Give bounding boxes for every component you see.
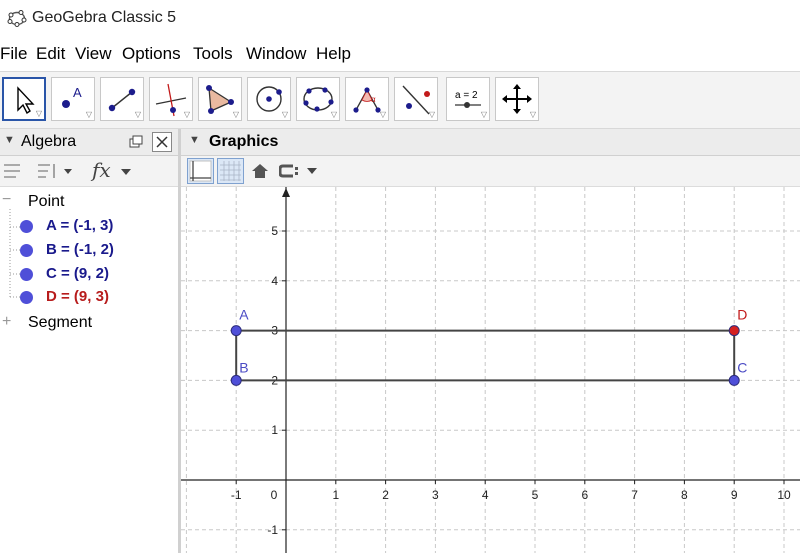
x-tick-label: 9 bbox=[731, 488, 738, 502]
undock-view-icon[interactable] bbox=[129, 135, 143, 149]
collapse-group-icon[interactable]: − bbox=[2, 191, 11, 209]
x-tick-label: 3 bbox=[432, 488, 439, 502]
sort-by-icon[interactable] bbox=[36, 162, 76, 180]
x-tick-label: 8 bbox=[681, 488, 688, 502]
submenu-indicator-icon: ▽ bbox=[379, 110, 386, 119]
menu-file[interactable]: File bbox=[0, 44, 27, 64]
algebra-item-d[interactable]: D = (9, 3) bbox=[18, 287, 178, 309]
point-label-d: D bbox=[737, 307, 747, 323]
submenu-indicator-icon: ▽ bbox=[134, 110, 141, 119]
standard-view-home-icon[interactable] bbox=[251, 163, 269, 179]
algebra-item-text[interactable]: A = (-1, 3) bbox=[46, 217, 113, 234]
submenu-indicator-icon: ▽ bbox=[529, 110, 536, 119]
x-tick-label: 7 bbox=[631, 488, 638, 502]
graphics-view-header: ▼ Graphics bbox=[181, 129, 800, 156]
x-tick-label: 0 bbox=[271, 488, 278, 502]
menu-edit[interactable]: Edit bbox=[36, 44, 65, 64]
toolbar: ▽ A ▽ ▽ ▽ ▽ ▽ ▽ α ▽ ▽ a = 2 ▽ ▽ bbox=[0, 71, 800, 129]
y-tick-label: 5 bbox=[271, 224, 278, 238]
geogebra-logo-icon bbox=[7, 10, 27, 27]
group-label-segment[interactable]: Segment bbox=[28, 314, 92, 332]
auxiliary-objects-icon[interactable] bbox=[2, 162, 22, 180]
submenu-indicator-icon: ▽ bbox=[85, 110, 92, 119]
x-tick-label: 1 bbox=[332, 488, 339, 502]
y-tick-label: 4 bbox=[271, 274, 278, 288]
collapse-view-icon[interactable]: ▼ bbox=[189, 134, 200, 146]
x-tick-label: 4 bbox=[482, 488, 489, 502]
algebra-item-c[interactable]: C = (9, 2) bbox=[18, 264, 178, 286]
collapse-view-icon[interactable]: ▼ bbox=[4, 134, 15, 146]
algebra-item-a[interactable]: A = (-1, 3) bbox=[18, 216, 178, 238]
slider-label: a = 2 bbox=[455, 90, 478, 101]
algebra-view: − Point A = (-1, 3) B = (-1, 2) C = (9, … bbox=[0, 187, 178, 553]
x-tick-label: -1 bbox=[231, 488, 242, 502]
submenu-indicator-icon: ▽ bbox=[232, 110, 239, 119]
menu-view[interactable]: View bbox=[75, 44, 112, 64]
point-capturing-icon[interactable] bbox=[279, 163, 319, 179]
segment-tool-button[interactable]: ▽ bbox=[100, 77, 144, 121]
graphics-canvas[interactable]: -101234567891054321-1ABCD bbox=[181, 187, 800, 553]
angle-tool-button[interactable]: α ▽ bbox=[345, 77, 389, 121]
submenu-indicator-icon: ▽ bbox=[183, 110, 190, 119]
visibility-toggle-icon[interactable] bbox=[20, 220, 33, 233]
algebra-item-b[interactable]: B = (-1, 2) bbox=[18, 240, 178, 262]
close-view-icon[interactable] bbox=[152, 132, 172, 152]
polygon-tool-button[interactable]: ▽ bbox=[198, 77, 242, 121]
visibility-toggle-icon[interactable] bbox=[20, 291, 33, 304]
move-graphics-view-tool-button[interactable]: ▽ bbox=[495, 77, 539, 121]
graphics-view-title: Graphics bbox=[209, 133, 279, 150]
algebra-style-bar: fx bbox=[0, 156, 178, 187]
algebra-item-text[interactable]: C = (9, 2) bbox=[46, 265, 109, 282]
toggle-grid-icon[interactable] bbox=[217, 158, 244, 184]
svg-text:A: A bbox=[73, 85, 82, 100]
algebra-view-title: Algebra bbox=[21, 133, 77, 150]
algebra-item-text[interactable]: B = (-1, 2) bbox=[46, 241, 114, 258]
circle-tool-button[interactable]: ▽ bbox=[247, 77, 291, 121]
submenu-indicator-icon: ▽ bbox=[330, 110, 337, 119]
submenu-indicator-icon: ▽ bbox=[428, 110, 435, 119]
graphics-view[interactable]: -101234567891054321-1ABCD bbox=[181, 187, 800, 553]
chevron-down-icon[interactable] bbox=[120, 168, 132, 176]
title-bar: GeoGebra Classic 5 bbox=[0, 0, 800, 38]
point-b bbox=[230, 374, 242, 386]
point-tool-button[interactable]: A ▽ bbox=[51, 77, 95, 121]
reflect-tool-button[interactable]: ▽ bbox=[394, 77, 438, 121]
point-d bbox=[728, 325, 740, 337]
point-a bbox=[230, 325, 242, 337]
y-axis-arrow-icon bbox=[282, 188, 290, 197]
x-tick-label: 6 bbox=[581, 488, 588, 502]
window-title: GeoGebra Classic 5 bbox=[32, 9, 177, 26]
visibility-toggle-icon[interactable] bbox=[20, 244, 33, 257]
algebra-view-header: ▼ Algebra bbox=[0, 129, 178, 156]
graphics-style-bar bbox=[181, 156, 800, 187]
menu-help[interactable]: Help bbox=[316, 44, 351, 64]
y-tick-label: 1 bbox=[271, 423, 278, 437]
point-label-b: B bbox=[239, 359, 248, 375]
x-tick-label: 5 bbox=[532, 488, 539, 502]
input-help-fx-icon[interactable]: fx bbox=[92, 158, 111, 182]
submenu-indicator-icon: ▽ bbox=[281, 110, 288, 119]
submenu-indicator-icon: ▽ bbox=[35, 109, 42, 118]
submenu-indicator-icon: ▽ bbox=[480, 110, 487, 119]
menu-options[interactable]: Options bbox=[122, 44, 181, 64]
group-label-point[interactable]: Point bbox=[28, 193, 64, 211]
menu-bar: File Edit View Options Tools Window Help bbox=[0, 44, 800, 68]
visibility-toggle-icon[interactable] bbox=[20, 268, 33, 281]
toggle-axes-icon[interactable] bbox=[187, 158, 214, 184]
perpendicular-line-tool-button[interactable]: ▽ bbox=[149, 77, 193, 121]
x-tick-label: 10 bbox=[777, 488, 791, 502]
menu-tools[interactable]: Tools bbox=[193, 44, 233, 64]
point-c bbox=[728, 374, 740, 386]
menu-window[interactable]: Window bbox=[246, 44, 306, 64]
point-label-c: C bbox=[737, 359, 747, 375]
slider-tool-button[interactable]: a = 2 ▽ bbox=[446, 77, 490, 121]
algebra-item-text[interactable]: D = (9, 3) bbox=[46, 288, 109, 305]
point-label-a: A bbox=[239, 307, 249, 323]
move-tool-button[interactable]: ▽ bbox=[2, 77, 46, 121]
expand-group-icon[interactable]: + bbox=[2, 313, 11, 331]
x-tick-label: 2 bbox=[382, 488, 389, 502]
conic-tool-button[interactable]: ▽ bbox=[296, 77, 340, 121]
svg-text:α: α bbox=[371, 95, 376, 104]
y-tick-label: -1 bbox=[267, 523, 278, 537]
